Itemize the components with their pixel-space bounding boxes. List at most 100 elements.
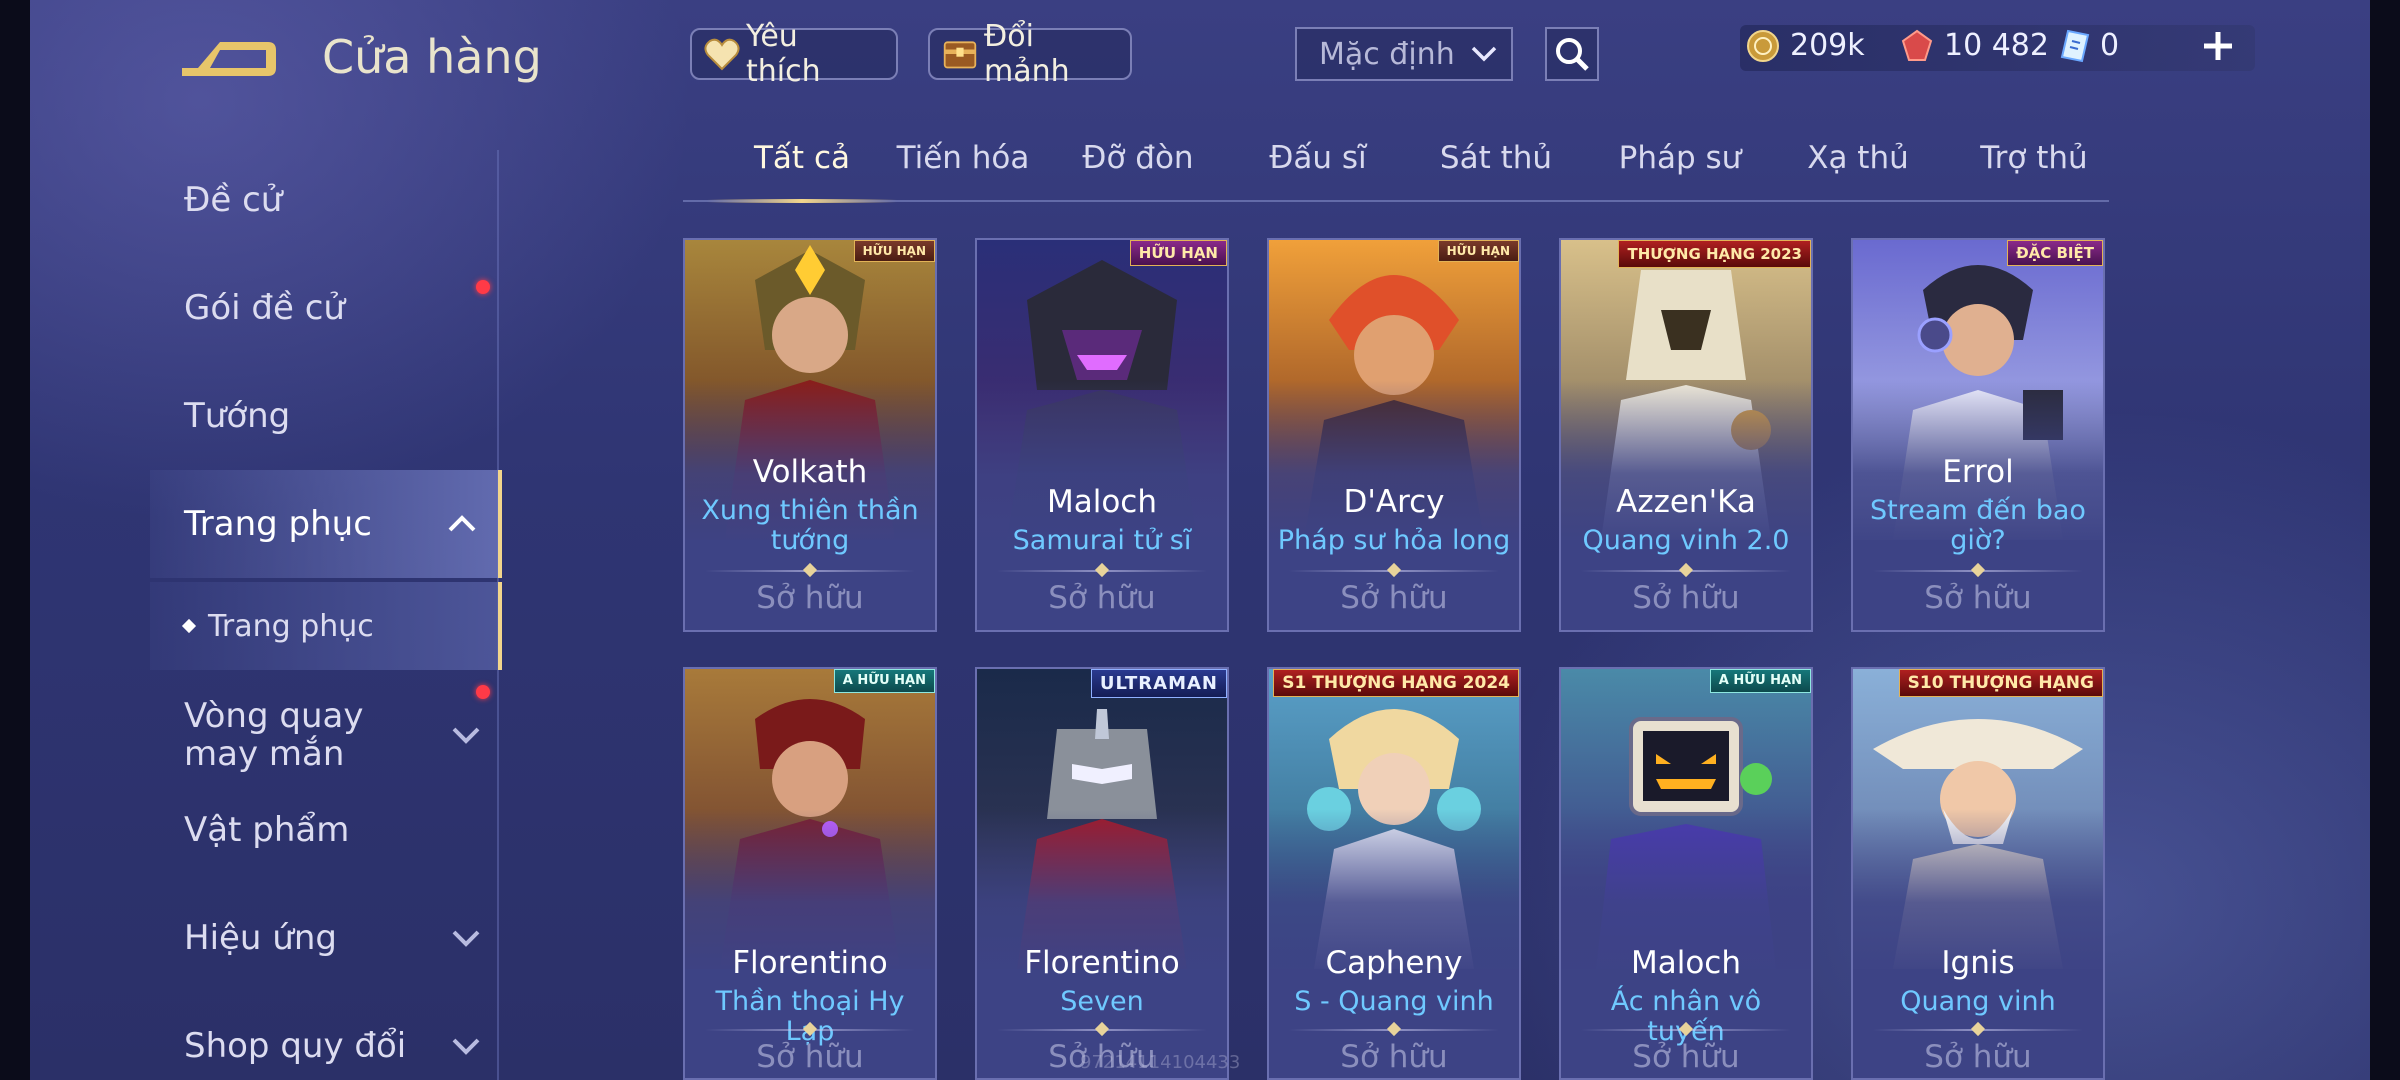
- gold-coin-icon: [1747, 29, 1779, 62]
- skin-name: Thần thoại Hy Lạp: [715, 986, 905, 1047]
- notification-dot: [476, 685, 490, 699]
- card-separator: [1581, 1029, 1791, 1031]
- skin-name: Xung thiên thần tướng: [701, 495, 919, 556]
- sidebar-item-label: Gói đề cử: [184, 288, 345, 328]
- card-separator: [997, 570, 1207, 572]
- chevron-up-icon: [448, 515, 476, 532]
- skin-card[interactable]: HỮU HẠN D'Arcy Pháp sư hỏa long Sở hữu: [1267, 238, 1521, 632]
- hero-name: Florentino: [732, 945, 888, 981]
- owned-status: Sở hữu: [1632, 580, 1740, 616]
- skin-card[interactable]: HỮU HẠN Maloch Samurai tử sĩ Sở hữu: [975, 238, 1229, 632]
- rarity-badge: HỮU HẠN: [1129, 240, 1227, 266]
- owned-status: Sở hữu: [1340, 1039, 1448, 1075]
- skin-card[interactable]: HỮU HẠN Volkath Xung thiên thần tướng Sở…: [683, 238, 937, 632]
- screen-edge-right: [2370, 0, 2400, 1080]
- skin-name: Pháp sư hỏa long: [1277, 525, 1511, 556]
- shard-chest-icon: [942, 36, 978, 72]
- favorite-button[interactable]: Yêu thích: [690, 19, 898, 89]
- skin-name: Quang vinh 2.0: [1582, 525, 1790, 556]
- tab-evolution[interactable]: Tiến hóa: [883, 140, 1043, 200]
- shard-exchange-label: Đổi mảnh: [984, 19, 1070, 89]
- sidebar-item-exchange-shop[interactable]: Shop quy đổi: [150, 996, 502, 1080]
- sidebar-item-recommended[interactable]: Đề cử: [150, 150, 502, 250]
- rarity-badge: S10 THƯỢNG HẠNG: [1898, 669, 2103, 697]
- chevron-down-icon: [1471, 46, 1497, 62]
- page-title: Cửa hàng: [322, 30, 542, 84]
- chevron-down-icon: [452, 930, 480, 947]
- tab-fighter[interactable]: Đấu sĩ: [1243, 140, 1393, 200]
- owned-status: Sở hữu: [1340, 580, 1448, 616]
- skin-name: Stream đến bao giờ?: [1870, 495, 2086, 556]
- sidebar-subitem-label: Trang phục: [208, 608, 374, 644]
- sidebar-item-skins[interactable]: Trang phục: [150, 470, 502, 578]
- skin-card[interactable]: ULTRAMAN Florentino Seven Sở hữu: [975, 667, 1229, 1080]
- tab-mage[interactable]: Pháp sư: [1595, 140, 1765, 200]
- sidebar-item-label: Vòng quay may mắn: [184, 696, 364, 774]
- rarity-badge: S1 THƯỢNG HẠNG 2024: [1273, 669, 1519, 697]
- skin-card[interactable]: ĐẶC BIỆT Errol Stream đến bao giờ? Sở hữ…: [1851, 238, 2105, 632]
- skin-card[interactable]: A HỮU HẠN Maloch Ác nhân vô tuyến Sở hữu: [1559, 667, 1813, 1080]
- sidebar-item-items[interactable]: Vật phẩm: [150, 780, 502, 880]
- hero-name: Maloch: [1046, 484, 1157, 520]
- gem-currency: 10 482: [1900, 28, 2049, 63]
- sidebar-item-label: Đề cử: [184, 180, 283, 220]
- sidebar-subitem-skins[interactable]: Trang phục: [150, 582, 502, 670]
- sidebar-item-label: Vật phẩm: [184, 810, 350, 850]
- screen-edge-left: [0, 0, 30, 1080]
- sidebar-item-recommended-packs[interactable]: Gói đề cử: [150, 258, 502, 358]
- sidebar-item-effects[interactable]: Hiệu ứng: [150, 888, 502, 988]
- shop-screen: Cửa hàng Yêu thích Đổi mảnh Mặc định 209…: [0, 0, 2400, 1080]
- shard-exchange-button[interactable]: Đổi mảnh: [928, 19, 1132, 89]
- search-button[interactable]: [1545, 27, 1599, 81]
- add-currency-button[interactable]: [2198, 28, 2238, 68]
- voucher-currency: 0: [2060, 28, 2119, 63]
- sidebar-item-label: Hiệu ứng: [184, 918, 337, 958]
- sidebar-item-lucky-spin[interactable]: Vòng quay may mắn: [150, 675, 502, 795]
- chevron-down-icon: [452, 727, 480, 744]
- rarity-badge: ĐẶC BIỆT: [2007, 240, 2103, 266]
- role-tabs: Tất cả Tiến hóa Đỡ đòn Đấu sĩ Sát thủ Ph…: [683, 140, 2109, 203]
- hero-name: Capheny: [1325, 945, 1463, 981]
- owned-status: Sở hữu: [756, 580, 864, 616]
- card-separator: [705, 1029, 915, 1031]
- owned-status: Sở hữu: [1048, 580, 1156, 616]
- hero-name: Florentino: [1024, 945, 1180, 981]
- tab-all[interactable]: Tất cả: [707, 140, 897, 203]
- card-separator: [997, 1029, 1207, 1031]
- sidebar-item-heroes[interactable]: Tướng: [150, 366, 502, 466]
- gem-amount: 10 482: [1944, 28, 2049, 63]
- sidebar: Đề cử Gói đề cử Tướng Trang phục Trang p…: [150, 150, 502, 1080]
- card-separator: [1289, 570, 1499, 572]
- card-separator: [1873, 570, 2083, 572]
- tab-tank[interactable]: Đỡ đòn: [1063, 140, 1213, 200]
- tab-support[interactable]: Trợ thủ: [1959, 140, 2109, 200]
- rarity-badge: HỮU HẠN: [1437, 240, 1519, 262]
- skin-card[interactable]: S1 THƯỢNG HẠNG 2024 Capheny S - Quang vi…: [1267, 667, 1521, 1080]
- tab-marksman[interactable]: Xạ thủ: [1783, 140, 1933, 200]
- card-separator: [1581, 570, 1791, 572]
- chevron-down-icon: [452, 1038, 480, 1055]
- hero-name: Volkath: [752, 454, 868, 490]
- back-arrow-icon: [182, 42, 276, 76]
- tab-assassin[interactable]: Sát thủ: [1421, 140, 1571, 200]
- sidebar-item-label: Trang phục: [184, 504, 372, 544]
- back-button[interactable]: [180, 30, 280, 90]
- rarity-badge: ULTRAMAN: [1090, 669, 1227, 698]
- skin-card[interactable]: A HỮU HẠN Florentino Thần thoại Hy Lạp S…: [683, 667, 937, 1080]
- rarity-badge: THƯỢNG HẠNG 2023: [1618, 240, 1811, 268]
- rarity-badge: A HỮU HẠN: [1709, 669, 1811, 693]
- skin-name: S - Quang vinh: [1294, 986, 1494, 1017]
- owned-status: Sở hữu: [1924, 580, 2032, 616]
- skin-name: Seven: [1060, 986, 1144, 1017]
- hero-name: Maloch: [1630, 945, 1741, 981]
- owned-status: Sở hữu: [1924, 1039, 2032, 1075]
- skin-card[interactable]: THƯỢNG HẠNG 2023 Azzen'Ka Quang vinh 2.0…: [1559, 238, 1813, 632]
- gold-amount: 209k: [1790, 28, 1865, 63]
- favorite-label: Yêu thích: [746, 19, 821, 89]
- skin-card[interactable]: S10 THƯỢNG HẠNG Ignis Quang vinh Sở hữu: [1851, 667, 2105, 1080]
- skin-name: Quang vinh: [1900, 986, 2056, 1017]
- card-separator: [705, 570, 915, 572]
- sort-dropdown[interactable]: Mặc định: [1295, 27, 1513, 81]
- rarity-badge: A HỮU HẠN: [833, 669, 935, 693]
- card-separator: [1289, 1029, 1499, 1031]
